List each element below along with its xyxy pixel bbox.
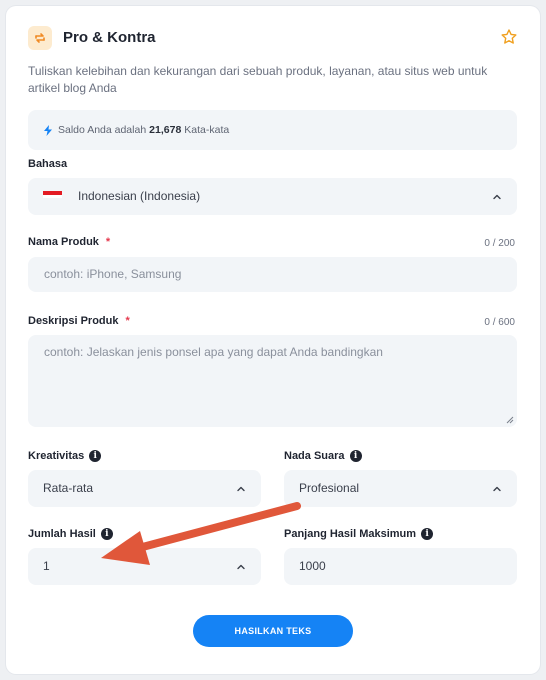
annotation-arrow [101,502,301,565]
